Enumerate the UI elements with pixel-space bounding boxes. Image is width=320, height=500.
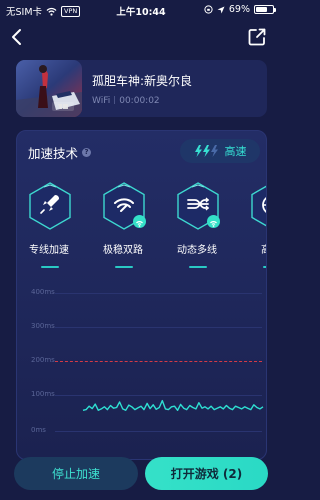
game-thumbnail <box>16 60 82 117</box>
technique-label: 动态多线 <box>177 245 217 256</box>
latency-chart: 400ms 300ms 200ms 100ms 0ms <box>21 276 266 458</box>
back-icon[interactable] <box>6 24 28 50</box>
battery-fill <box>256 7 268 12</box>
acceleration-header: 加速技术 ? <box>28 143 92 162</box>
technique-label: 高速 <box>239 241 266 256</box>
technique-indicator <box>41 266 59 268</box>
latency-plot <box>82 399 264 412</box>
share-icon[interactable] <box>246 26 268 48</box>
acceleration-timer: 00:00:02 <box>119 96 160 106</box>
wifi-badge-icon <box>133 215 146 228</box>
technique-label: 专线加速 <box>29 245 69 256</box>
technique-indicator <box>115 266 133 268</box>
technique-label: 极稳双路 <box>103 245 143 256</box>
acceleration-panel: 加速技术 ? 高速 专线加速 极稳双路 动态多线 400ms 300ms 200… <box>16 130 267 460</box>
meta-divider <box>114 96 116 104</box>
stop-acceleration-button[interactable]: 停止加速 <box>14 457 138 490</box>
technique-indicator <box>189 266 207 268</box>
orientation-lock-icon <box>204 5 213 14</box>
technique-item[interactable]: 动态多线 <box>169 175 229 271</box>
technique-indicator <box>263 266 266 268</box>
nav-bar <box>0 24 282 52</box>
globe-icon <box>251 185 266 227</box>
lightning-icon <box>194 145 218 157</box>
network-type: WiFi <box>92 96 111 106</box>
game-title: 孤胆车神:新奥尔良 <box>92 74 193 88</box>
help-icon[interactable]: ? <box>82 148 92 157</box>
technique-item[interactable]: 高速 <box>243 175 266 271</box>
battery-icon <box>254 5 276 14</box>
speed-mode-label: 高速 <box>224 145 247 158</box>
technique-item[interactable]: 专线加速 <box>21 175 81 271</box>
acceleration-title: 加速技术 <box>28 146 79 161</box>
technique-item[interactable]: 极稳双路 <box>95 175 155 271</box>
latency-series-line <box>82 399 264 412</box>
game-card: 孤胆车神:新奥尔良 WiFi 00:00:02 <box>16 60 267 117</box>
game-meta: WiFi 00:00:02 <box>92 96 160 106</box>
location-icon <box>217 6 225 13</box>
rocket-icon <box>29 182 71 230</box>
speed-mode-badge[interactable]: 高速 <box>180 139 260 163</box>
status-bar: 无SIM卡 VPN 上午10:44 69% <box>0 0 282 20</box>
technique-list: 专线加速 极稳双路 动态多线 <box>17 175 266 275</box>
open-game-button[interactable]: 打开游戏 (2) <box>145 457 268 490</box>
wifi-badge-icon <box>207 215 220 228</box>
battery-percent: 69% <box>228 4 250 15</box>
